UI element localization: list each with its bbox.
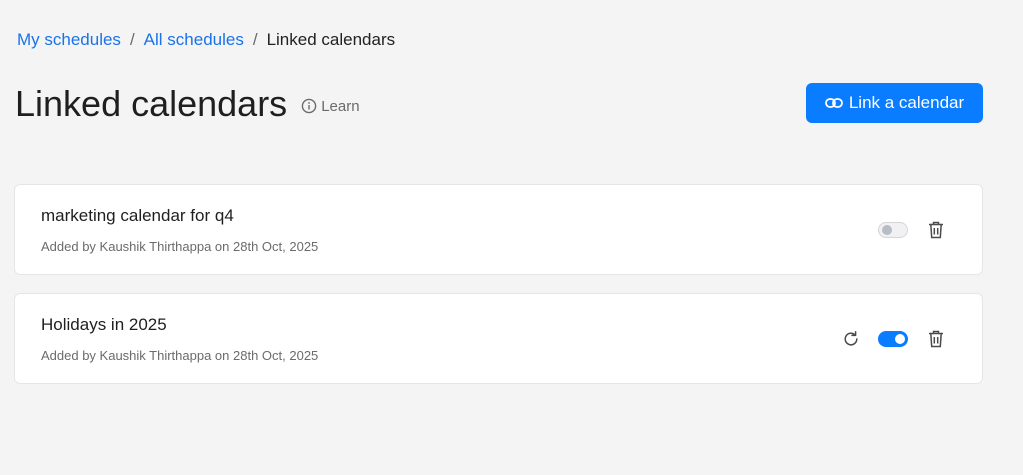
link-calendar-button[interactable]: Link a calendar — [806, 83, 983, 123]
breadcrumb: My schedules / All schedules / Linked ca… — [17, 29, 395, 51]
breadcrumb-all-schedules[interactable]: All schedules — [144, 29, 244, 51]
trash-icon — [929, 221, 943, 238]
calendar-toggle[interactable] — [878, 330, 908, 347]
calendar-name: Holidays in 2025 — [41, 315, 167, 334]
trash-icon — [929, 330, 943, 347]
delete-calendar-button[interactable] — [928, 330, 944, 348]
learn-link[interactable]: Learn — [301, 97, 360, 115]
calendar-actions — [842, 294, 944, 383]
calendar-toggle[interactable] — [878, 221, 908, 238]
calendar-actions — [878, 185, 944, 274]
learn-label: Learn — [321, 97, 360, 115]
breadcrumb-current: Linked calendars — [266, 30, 396, 49]
breadcrumb-separator: / — [252, 30, 258, 49]
link-calendar-label: Link a calendar — [848, 93, 965, 112]
breadcrumb-my-schedules[interactable]: My schedules — [17, 29, 121, 51]
calendar-meta: Added by Kaushik Thirthappa on 28th Oct,… — [41, 239, 319, 254]
calendar-meta: Added by Kaushik Thirthappa on 28th Oct,… — [41, 348, 319, 363]
calendar-card: marketing calendar for q4 Added by Kaush… — [14, 184, 983, 275]
breadcrumb-separator: / — [129, 30, 135, 49]
delete-calendar-button[interactable] — [928, 221, 944, 239]
refresh-icon — [844, 330, 858, 345]
page-title: Linked calendars — [15, 83, 288, 124]
info-icon — [301, 98, 317, 114]
calendar-name: marketing calendar for q4 — [41, 206, 234, 225]
sync-calendar-button[interactable] — [842, 330, 860, 348]
title-row: Linked calendars Learn — [15, 82, 360, 126]
calendar-card: Holidays in 2025 Added by Kaushik Thirth… — [14, 293, 983, 384]
toggle-knob — [895, 333, 905, 344]
toggle-knob — [882, 224, 892, 235]
link-icon — [824, 98, 843, 108]
